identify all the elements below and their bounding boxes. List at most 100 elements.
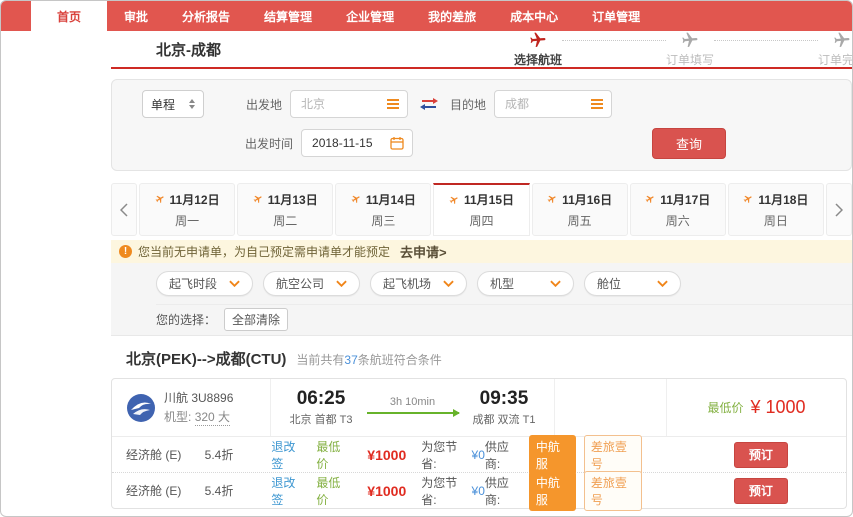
cabin-class: 经济舱 (E) [126,482,205,499]
calendar-icon[interactable] [390,136,404,150]
date-next-button[interactable] [826,183,852,236]
clear-all-button[interactable]: 全部清除 [224,308,288,331]
book-button[interactable]: 预订 [734,442,788,468]
supplier-label: 供应商: [485,474,521,508]
lowest-price-value: ¥ 1000 [750,397,805,418]
filter-airline[interactable]: 航空公司 [263,271,360,296]
supplier-badge-chailvyihao[interactable]: 差旅壹号 [584,471,642,511]
save-label: 为您节省: [421,438,468,472]
to-label: 目的地 [450,96,486,113]
plane-icon [832,30,852,50]
date-text: 11月18日 [758,191,808,208]
date-label: 出发时间 [245,135,293,152]
nav-tab-orders[interactable]: 订单管理 [575,1,657,31]
refund-policy-link[interactable]: 退改签 [271,438,304,472]
flight-booking-page: 首页 审批 分析报告 结算管理 企业管理 我的差旅 成本中心 订单管理 北京-成… [0,0,853,517]
date-tab-1[interactable]: 11月13日 周二 [237,183,333,236]
nav-tab-home[interactable]: 首页 [31,1,107,31]
filter-aircraft-type[interactable]: 机型 [477,271,574,296]
fare-price: ¥1000 [367,483,406,499]
date-text: 11月13日 [268,191,318,208]
aircraft-type[interactable]: 320 大 [195,410,230,426]
select-arrows-icon [189,99,195,109]
step-label: 订单填写 [666,51,714,68]
chevron-down-icon [657,280,668,287]
step-connector [714,40,818,41]
nav-tab-settlement[interactable]: 结算管理 [247,1,329,31]
search-form-row-1: 单程 出发地 [142,90,831,118]
nav-tab-enterprise[interactable]: 企业管理 [329,1,411,31]
plane-icon [153,192,167,206]
date-tab-3-selected[interactable]: 11月15日 周四 [433,183,529,236]
apply-link[interactable]: 去申请> [400,242,447,261]
date-tab-4[interactable]: 11月16日 周五 [532,183,628,236]
plane-icon [680,30,700,50]
lowest-tag: 最低价 [316,438,349,472]
book-button[interactable]: 预订 [734,478,788,504]
nav-tab-approval[interactable]: 审批 [107,1,165,31]
filter-label: 航空公司 [276,275,324,292]
city-list-icon[interactable] [387,99,399,109]
step-connector [562,40,666,41]
save-value: ¥0 [472,484,485,498]
page-header: 北京-成都 选择航班 订单填写 订单完成 [111,31,852,69]
date-tab-0[interactable]: 11月12日 周一 [139,183,235,236]
filter-pills: 起飞时段 航空公司 起飞机场 机型 舱位 [156,271,852,296]
date-strip: 11月12日 周一 11月13日 周二 11月14日 周三 11月15日 周四 … [111,183,852,236]
date-field [301,129,413,157]
plane-icon [742,192,756,206]
chevron-left-icon [120,203,128,217]
fare-row: 经济舱 (E) 5.4折 退改签 最低价 ¥1000 为您节省: ¥0 供应商:… [112,472,846,508]
lowest-tag: 最低价 [316,474,349,508]
filter-label: 机型 [490,275,514,292]
filter-cabin-class[interactable]: 舱位 [584,271,681,296]
count-number: 37 [344,353,357,367]
filter-label: 舱位 [597,275,621,292]
date-tab-6[interactable]: 11月18日 周日 [728,183,824,236]
from-label: 出发地 [246,96,282,113]
trip-type-select[interactable]: 单程 [142,90,204,118]
weekday-text: 周二 [273,212,297,229]
supplier-label: 供应商: [485,438,521,472]
nav-tab-analytics[interactable]: 分析报告 [165,1,247,31]
date-tab-5[interactable]: 11月17日 周六 [630,183,726,236]
airline-flight-no: 川航 3U8896 [164,389,233,408]
nav-tab-cost-center[interactable]: 成本中心 [493,1,575,31]
search-form-row-2: 出发时间 查询 [142,128,831,158]
from-input[interactable] [299,96,387,112]
weekday-text: 周一 [175,212,199,229]
results-header: 北京(PEK)-->成都(CTU) 当前共有37条航班符合条件 [111,348,852,369]
filter-departure-time[interactable]: 起飞时段 [156,271,253,296]
results-count: 当前共有37条航班符合条件 [296,351,441,368]
filter-label: 起飞机场 [383,275,431,292]
save-value: ¥0 [472,448,485,462]
date-text: 11月15日 [464,191,514,208]
nav-tab-my-trips[interactable]: 我的差旅 [411,1,493,31]
chevron-right-icon [835,203,843,217]
filter-departure-airport[interactable]: 起飞机场 [370,271,467,296]
to-input[interactable] [503,96,591,112]
plane-icon [349,192,363,206]
arrive-airport: 成都 双流 T1 [473,411,536,427]
supplier-badge-zhonghangfu[interactable]: 中航服 [529,471,576,511]
chevron-down-icon [550,280,561,287]
swap-cities-icon[interactable] [420,98,438,110]
date-tab-2[interactable]: 11月14日 周三 [335,183,431,236]
filter-label: 起飞时段 [169,275,217,292]
plane-icon [643,192,657,206]
supplier-badge-chailvyihao[interactable]: 差旅壹号 [584,435,642,475]
search-form: 单程 出发地 [111,79,852,171]
filter-panel: 起飞时段 航空公司 起飞机场 机型 舱位 [111,263,852,336]
airline-logo [126,393,156,423]
refund-policy-link[interactable]: 退改签 [271,474,304,508]
info-icon [119,245,132,258]
supplier-badge-zhonghangfu[interactable]: 中航服 [529,435,576,475]
plane-icon [545,192,559,206]
count-suffix: 条航班符合条件 [358,353,442,367]
city-list-icon[interactable] [591,99,603,109]
step-label: 选择航班 [514,51,562,68]
search-button[interactable]: 查询 [652,128,726,159]
trip-type-value: 单程 [151,96,175,113]
date-prev-button[interactable] [111,183,137,236]
date-input[interactable] [310,135,390,151]
